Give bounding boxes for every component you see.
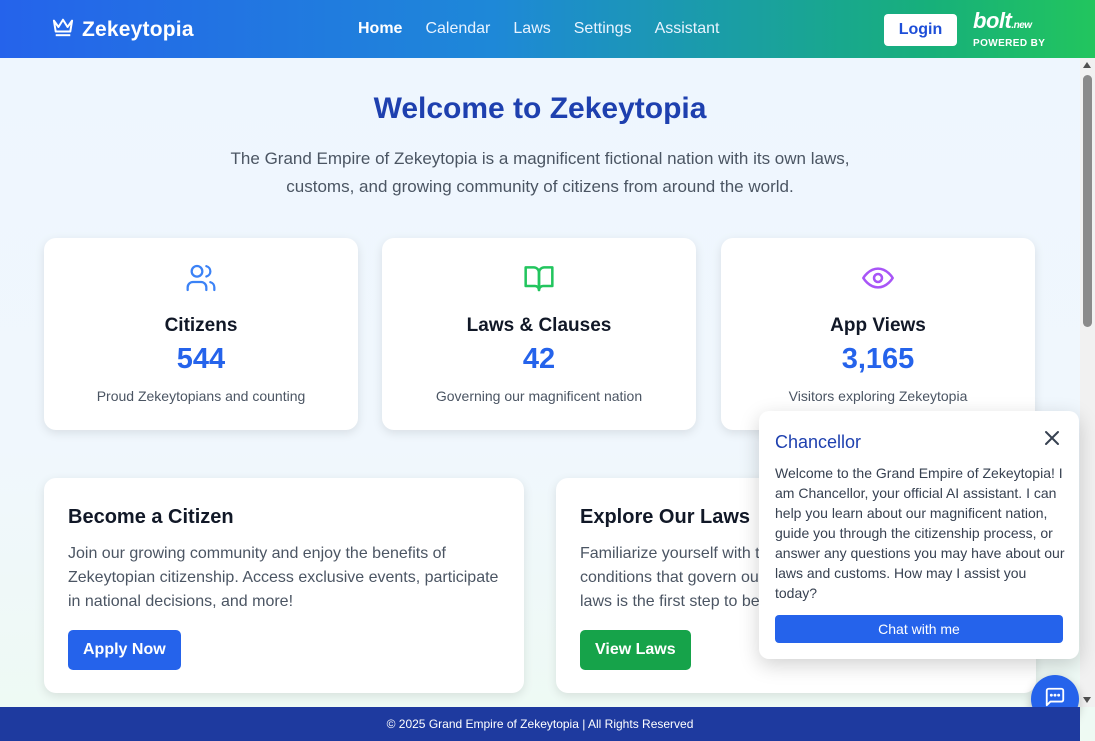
stat-description: Proud Zekeytopians and counting [96, 388, 306, 404]
apply-now-button[interactable]: Apply Now [68, 630, 181, 670]
chat-with-me-button[interactable]: Chat with me [775, 615, 1063, 643]
feature-description: Join our growing community and enjoy the… [68, 545, 499, 610]
users-icon [185, 262, 217, 294]
book-open-icon [523, 262, 555, 294]
nav-assistant[interactable]: Assistant [655, 20, 720, 38]
stat-title: Laws & Clauses [466, 315, 612, 336]
crown-icon [52, 17, 74, 42]
stat-description: Visitors exploring Zekeytopia [788, 388, 968, 404]
feature-title: Become a Citizen [68, 506, 234, 528]
stat-description: Governing our magnificent nation [435, 388, 643, 404]
scroll-thumb[interactable] [1083, 75, 1092, 327]
hero-subtitle: The Grand Empire of Zekeytopia is a magn… [230, 149, 850, 196]
bolt-badge[interactable]: bolt.new POWERED BY [973, 8, 1046, 50]
stat-value: 544 [176, 343, 226, 375]
nav-settings[interactable]: Settings [574, 20, 632, 38]
stat-title: Citizens [164, 315, 238, 336]
nav-laws[interactable]: Laws [513, 20, 550, 38]
scroll-down-arrow-icon[interactable] [1083, 697, 1091, 703]
close-icon[interactable] [1043, 429, 1061, 447]
chat-message: Welcome to the Grand Empire of Zekeytopi… [775, 465, 1065, 601]
page-scrollbar[interactable] [1080, 58, 1095, 707]
chat-title: Chancellor [775, 432, 862, 452]
footer: © 2025 Grand Empire of Zekeytopia | All … [0, 707, 1080, 741]
page-title: Welcome to Zekeytopia [373, 92, 707, 125]
brand-title: Zekeytopia [82, 17, 194, 41]
bolt-logo: bolt.new [973, 8, 1032, 33]
main-nav: Home Calendar Laws Settings Assistant [358, 20, 719, 38]
brand-link[interactable]: Zekeytopia [52, 17, 194, 42]
login-button[interactable]: Login [884, 14, 957, 46]
stat-title: App Views [830, 315, 926, 336]
stat-card-app-views: App Views 3,165 Visitors exploring Zekey… [721, 238, 1035, 430]
nav-home[interactable]: Home [358, 20, 402, 38]
feature-title: Explore Our Laws [580, 506, 751, 528]
footer-copyright: © 2025 Grand Empire of Zekeytopia | All … [386, 717, 694, 731]
top-nav-bar: Zekeytopia Home Calendar Laws Settings A… [0, 0, 1095, 58]
scroll-up-arrow-icon[interactable] [1083, 62, 1091, 68]
stat-value: 3,165 [841, 343, 915, 375]
powered-by-caption: POWERED BY [973, 38, 1046, 49]
nav-calendar[interactable]: Calendar [425, 20, 490, 38]
eye-icon [862, 262, 894, 294]
feature-card-citizenship: Become a Citizen Join our growing commun… [44, 478, 524, 693]
view-laws-button[interactable]: View Laws [580, 630, 691, 670]
chancellor-chat-popup: Chancellor Welcome to the Grand Empire o… [759, 411, 1079, 659]
stat-card-laws: Laws & Clauses 42 Governing our magnific… [382, 238, 696, 430]
stat-card-citizens: Citizens 544 Proud Zekeytopians and coun… [44, 238, 358, 430]
stat-value: 42 [522, 343, 556, 375]
